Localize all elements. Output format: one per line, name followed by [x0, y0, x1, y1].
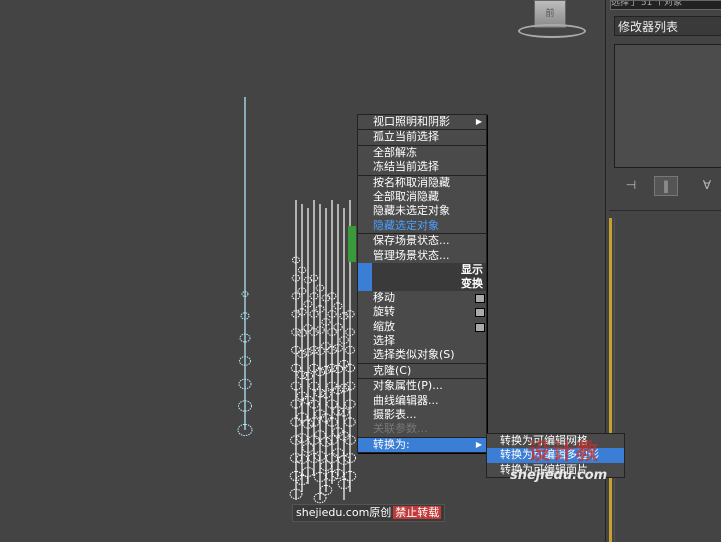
settings-box-icon[interactable] [475, 308, 485, 318]
parameters-rollout[interactable] [614, 218, 721, 542]
settings-box-icon[interactable] [475, 293, 485, 303]
panel-divider [609, 210, 721, 211]
modifier-list-dropdown[interactable]: 修改器列表 [614, 16, 721, 36]
no-repost-tag: 禁止转载 [393, 506, 442, 519]
menu-item-hide-unselected[interactable]: 隐藏未选定对象 [358, 204, 486, 218]
menu-item-rotate[interactable]: 旋转 [358, 305, 486, 319]
menu-item-curve-editor[interactable]: 曲线编辑器... [358, 394, 486, 408]
quad-header-transform: 变换 [358, 276, 486, 291]
menu-item-wire-parameters: 关联参数... [373, 422, 428, 436]
menu-item-dope-sheet[interactable]: 摄影表... [358, 408, 486, 422]
quad-context-menu: 视口照明和阴影 ▶ 孤立当前选择 全部解冻 冻结当前选择 按名称取消隐藏 全部取消… [357, 114, 487, 454]
selection-count-label: 选择了 51 个对象 [610, 0, 721, 10]
menu-item-unhide-by-name[interactable]: 按名称取消隐藏 [358, 176, 486, 190]
make-unique-icon[interactable]: ∀ [696, 176, 718, 194]
menu-item-unhide-all[interactable]: 全部取消隐藏 [358, 190, 486, 204]
menu-item-viewport-lighting[interactable]: 视口照明和阴影 ▶ [358, 115, 486, 129]
settings-box-icon[interactable] [475, 322, 485, 332]
menu-item-convert-to[interactable]: 转换为: ▶ [358, 437, 486, 453]
footer-watermark: shejiedu.com原创 禁止转载 [292, 504, 446, 522]
viewcube-compass-ring[interactable] [518, 24, 586, 38]
site-watermark: shejiedu.com [510, 468, 608, 483]
menu-item-isolate-selection[interactable]: 孤立当前选择 [358, 130, 486, 144]
menu-item-select-similar[interactable]: 选择类似对象(S) [358, 348, 486, 362]
menu-item-manage-scene-states[interactable]: 管理场景状态... [358, 249, 486, 263]
show-end-result-icon[interactable]: ‖ [654, 176, 678, 196]
submenu-arrow-icon: ▶ [475, 439, 482, 449]
selection-marker [348, 226, 356, 262]
menu-item-scale[interactable]: 缩放 [358, 320, 486, 334]
menu-item-save-scene-state[interactable]: 保存场景状态... [358, 234, 486, 248]
pin-stack-icon[interactable]: ⊣ [620, 176, 642, 194]
stack-tools: ⊣ ‖ ∀ [614, 174, 721, 196]
watermark-stamp: 设计教 [528, 440, 601, 465]
submenu-arrow-icon: ▶ [475, 117, 482, 126]
menu-item-object-properties[interactable]: 对象属性(P)... [358, 379, 486, 393]
menu-item-unfreeze-all[interactable]: 全部解冻 [358, 146, 486, 160]
quad-header-display: 显示 [358, 262, 486, 277]
rollout-accent [609, 218, 612, 542]
menu-item-hide-selection[interactable]: 隐藏选定对象 [358, 219, 486, 233]
menu-item-clone[interactable]: 克隆(C) [358, 364, 486, 378]
menu-item-select[interactable]: 选择 [358, 334, 486, 348]
menu-item-freeze-selection[interactable]: 冻结当前选择 [358, 160, 486, 174]
modifier-stack[interactable] [614, 44, 721, 168]
menu-item-move[interactable]: 移动 [358, 291, 486, 305]
viewcube[interactable]: 前 [518, 0, 586, 38]
